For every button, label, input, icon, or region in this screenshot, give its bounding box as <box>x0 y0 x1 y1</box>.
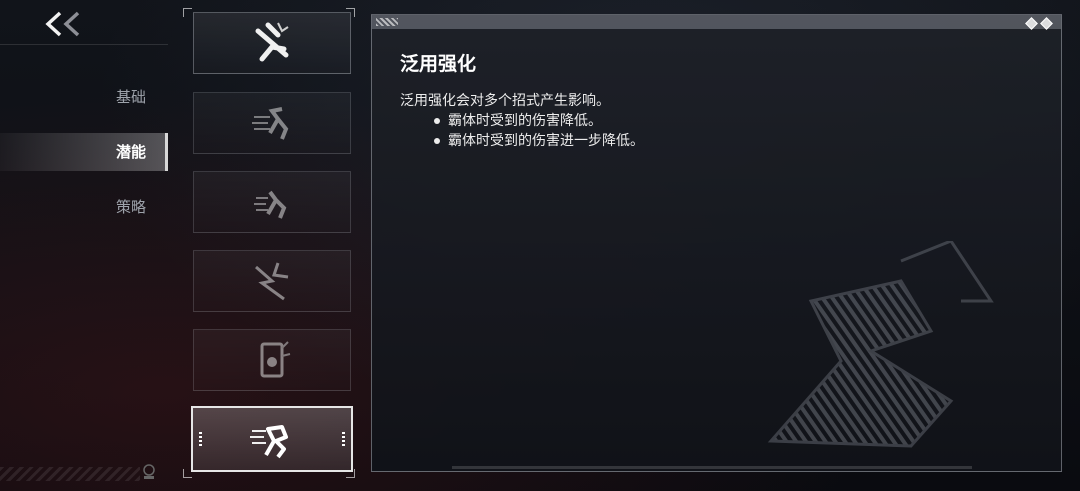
skill-description: 泛用强化会对多个招式产生影响。 <box>400 93 610 109</box>
panel-header-bar <box>372 15 1061 30</box>
menu-item-basic[interactable]: 基础 <box>0 78 168 116</box>
diamond-icon <box>1025 17 1038 30</box>
dash-figure-icon <box>254 190 287 219</box>
double-chevron-left-icon <box>45 11 80 37</box>
dash-figure-icon <box>252 107 289 140</box>
list-item: 霸体时受到的伤害降低。 <box>434 111 644 131</box>
skill-bullet-list: 霸体时受到的伤害降低。 霸体时受到的伤害进一步降低。 <box>434 111 644 151</box>
menu-item-strategy[interactable]: 策略 <box>0 188 168 226</box>
header-pattern <box>376 18 398 26</box>
skill-card-1[interactable] <box>193 12 351 74</box>
list-item: 霸体时受到的伤害进一步降低。 <box>434 131 644 151</box>
badge-emblem-icon <box>260 341 291 378</box>
card-tick-marks <box>342 432 345 446</box>
running-figure-slash-icon <box>255 22 289 62</box>
scrollbar[interactable] <box>452 466 972 469</box>
skill-card-3[interactable] <box>193 171 351 233</box>
menu-item-label: 策略 <box>115 198 146 216</box>
skill-card-6[interactable] <box>191 406 353 472</box>
menu-item-label: 基础 <box>115 88 146 106</box>
back-button[interactable] <box>44 10 92 40</box>
decorative-hatch <box>0 467 140 481</box>
skill-list <box>183 8 355 478</box>
header-diamonds <box>1025 16 1053 30</box>
skill-card-5[interactable] <box>193 329 351 391</box>
detail-panel: 泛用强化 泛用强化会对多个招式产生影响。 霸体时受到的伤害降低。 霸体时受到的伤… <box>371 14 1062 472</box>
category-menu: 基础 潜能 策略 <box>0 78 168 243</box>
armored-runner-watermark-icon <box>767 241 994 448</box>
menu-item-potential[interactable]: 潜能 <box>0 133 168 171</box>
skill-title: 泛用强化 <box>400 53 477 75</box>
lightning-burst-icon <box>255 262 289 301</box>
armored-runner-icon <box>250 425 288 459</box>
card-tick-marks <box>199 432 202 446</box>
skill-card-4[interactable] <box>193 250 351 312</box>
menu-item-label: 潜能 <box>115 143 146 161</box>
skill-card-2[interactable] <box>193 92 351 154</box>
game-screen: 基础 潜能 策略 泛用强化 泛用强化会对多个招式产生影响。 霸体时受到的伤害降低… <box>0 0 1080 491</box>
diamond-icon <box>1040 17 1053 30</box>
divider <box>0 44 168 45</box>
stamp-icon <box>140 463 158 481</box>
corner-bracket <box>183 8 192 17</box>
